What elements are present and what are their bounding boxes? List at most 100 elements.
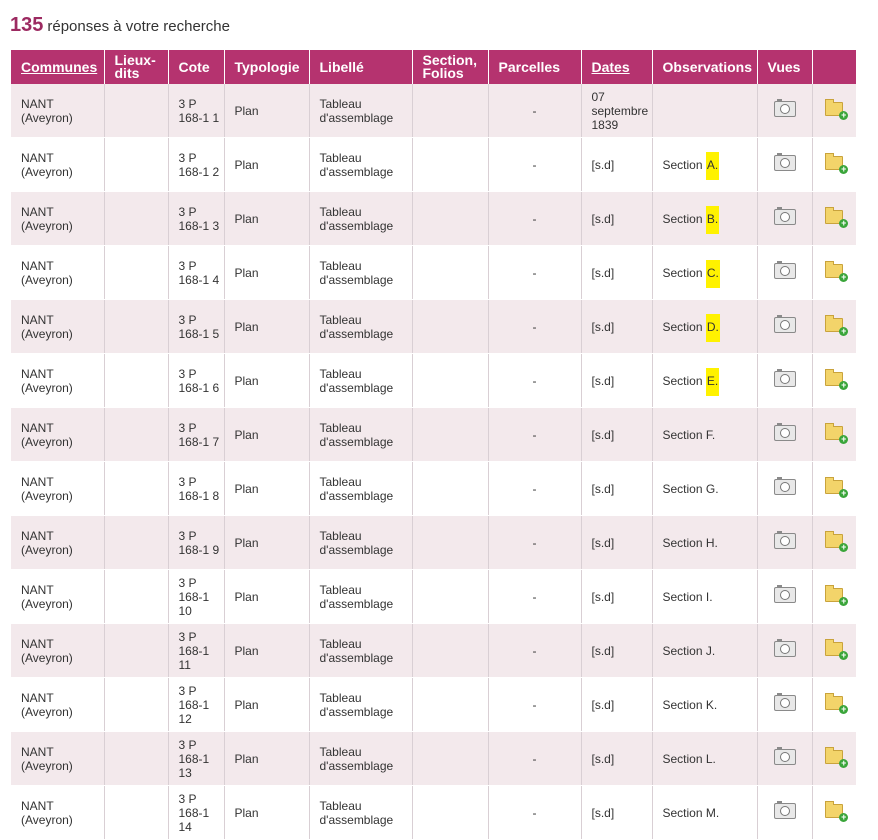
camera-icon[interactable] xyxy=(773,747,796,765)
camera-icon[interactable] xyxy=(773,153,796,171)
folder-add-icon[interactable] xyxy=(825,747,849,768)
cell-typologie: Plan xyxy=(224,461,310,516)
folder-add-icon[interactable] xyxy=(825,639,849,660)
camera-icon[interactable] xyxy=(773,423,796,441)
cell-commune: NANT (Aveyron) xyxy=(11,677,105,732)
folder-add-icon[interactable] xyxy=(825,153,849,174)
cell-parcelles: - xyxy=(488,299,582,354)
cell-vues xyxy=(757,191,813,246)
folder-add-icon[interactable] xyxy=(825,369,849,390)
cell-typologie: Plan xyxy=(224,623,310,678)
cell-commune: NANT (Aveyron) xyxy=(11,623,105,678)
cell-add xyxy=(812,461,856,516)
camera-icon[interactable] xyxy=(773,369,796,387)
cell-vues xyxy=(757,353,813,408)
camera-icon[interactable] xyxy=(773,693,796,711)
table-row: NANT (Aveyron) 3 P 168-1 14 Plan Tableau d'… xyxy=(11,785,856,840)
cell-commune: NANT (Aveyron) xyxy=(11,191,105,246)
folder-add-icon[interactable] xyxy=(825,531,849,552)
cell-add xyxy=(812,785,856,840)
cell-observations: Section J. xyxy=(652,623,758,678)
cell-date: [s.d] xyxy=(581,623,653,678)
cell-cote: 3 P 168-1 5 xyxy=(168,299,225,354)
cell-libelle: Tableau d'assemblage xyxy=(309,137,413,192)
folder-add-icon[interactable] xyxy=(825,99,849,120)
cell-cote: 3 P 168-1 1 xyxy=(168,84,225,138)
table-row: NANT (Aveyron) 3 P 168-1 3 Plan Tableau d'a… xyxy=(11,191,856,246)
folder-add-icon[interactable] xyxy=(825,207,849,228)
column-header-communes[interactable]: Communes xyxy=(11,50,105,84)
folder-add-icon[interactable] xyxy=(825,477,849,498)
cell-parcelles: - xyxy=(488,623,582,678)
table-row: NANT (Aveyron) 3 P 168-1 1 Plan Tableau d'a… xyxy=(11,84,856,138)
cell-libelle: Tableau d'assemblage xyxy=(309,461,413,516)
cell-commune: NANT (Aveyron) xyxy=(11,461,105,516)
cell-lieux-dits xyxy=(104,569,169,624)
table-row: NANT (Aveyron) 3 P 168-1 11 Plan Tableau d'… xyxy=(11,623,856,678)
cell-vues xyxy=(757,623,813,678)
folder-add-icon[interactable] xyxy=(825,693,849,714)
observation-highlight: D. xyxy=(705,313,720,342)
camera-icon[interactable] xyxy=(773,99,796,117)
cell-observations: Section L. xyxy=(652,731,758,786)
camera-icon[interactable] xyxy=(773,639,796,657)
cell-lieux-dits xyxy=(104,785,169,840)
cell-section-folios xyxy=(412,353,489,408)
cell-observations: Section B. xyxy=(652,191,758,246)
cell-vues xyxy=(757,731,813,786)
cell-add xyxy=(812,731,856,786)
observation-text: Section xyxy=(662,319,706,334)
observation-text: Section xyxy=(662,157,706,172)
folder-add-icon[interactable] xyxy=(825,315,849,336)
cell-parcelles: - xyxy=(488,461,582,516)
camera-icon[interactable] xyxy=(773,801,796,819)
cell-parcelles: - xyxy=(488,569,582,624)
cell-lieux-dits xyxy=(104,623,169,678)
table-row: NANT (Aveyron) 3 P 168-1 7 Plan Tableau d'a… xyxy=(11,407,856,462)
cell-section-folios xyxy=(412,191,489,246)
cell-add xyxy=(812,191,856,246)
cell-commune: NANT (Aveyron) xyxy=(11,785,105,840)
cell-date: [s.d] xyxy=(581,191,653,246)
camera-icon[interactable] xyxy=(773,531,796,549)
folder-add-icon[interactable] xyxy=(825,261,849,282)
observation-text: Section F. xyxy=(662,427,716,442)
table-row: NANT (Aveyron) 3 P 168-1 8 Plan Tableau d'a… xyxy=(11,461,856,516)
cell-cote: 3 P 168-1 14 xyxy=(168,785,225,840)
observation-text: Section L. xyxy=(662,751,716,766)
observation-text: Section G. xyxy=(662,481,719,496)
cell-section-folios xyxy=(412,515,489,570)
camera-icon[interactable] xyxy=(773,261,796,279)
folder-add-icon[interactable] xyxy=(825,585,849,606)
column-header-libelle: Libellé xyxy=(309,50,413,84)
cell-parcelles: - xyxy=(488,407,582,462)
camera-icon[interactable] xyxy=(773,315,796,333)
cell-observations: Section G. xyxy=(652,461,758,516)
camera-icon[interactable] xyxy=(773,585,796,603)
cell-date: [s.d] xyxy=(581,137,653,192)
observation-text: Section K. xyxy=(662,697,718,712)
table-row: NANT (Aveyron) 3 P 168-1 10 Plan Tableau d'… xyxy=(11,569,856,624)
table-row: NANT (Aveyron) 3 P 168-1 2 Plan Tableau d'a… xyxy=(11,137,856,192)
folder-add-icon[interactable] xyxy=(825,801,849,822)
cell-cote: 3 P 168-1 3 xyxy=(168,191,225,246)
cell-vues xyxy=(757,299,813,354)
table-row: NANT (Aveyron) 3 P 168-1 4 Plan Tableau d'a… xyxy=(11,245,856,300)
cell-parcelles: - xyxy=(488,137,582,192)
camera-icon[interactable] xyxy=(773,477,796,495)
cell-section-folios xyxy=(412,731,489,786)
cell-libelle: Tableau d'assemblage xyxy=(309,191,413,246)
cell-section-folios xyxy=(412,677,489,732)
cell-parcelles: - xyxy=(488,515,582,570)
column-header-dates[interactable]: Dates xyxy=(581,50,653,84)
observation-text: Section I. xyxy=(662,589,713,604)
folder-add-icon[interactable] xyxy=(825,423,849,444)
cell-commune: NANT (Aveyron) xyxy=(11,731,105,786)
cell-commune: NANT (Aveyron) xyxy=(11,569,105,624)
camera-icon[interactable] xyxy=(773,207,796,225)
observation-highlight: B. xyxy=(705,205,720,234)
observation-highlight: C. xyxy=(705,259,720,288)
cell-section-folios xyxy=(412,299,489,354)
cell-typologie: Plan xyxy=(224,84,310,138)
cell-vues xyxy=(757,569,813,624)
